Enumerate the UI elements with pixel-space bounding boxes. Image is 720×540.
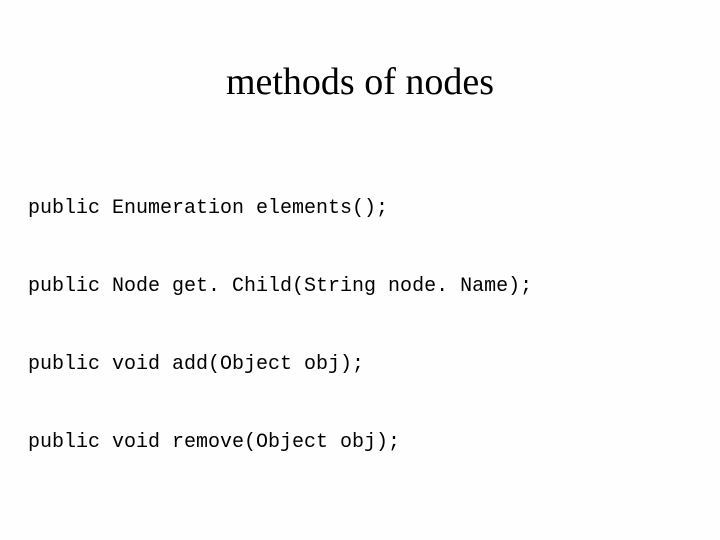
code-line: public Enumeration elements(); xyxy=(28,196,720,222)
code-line: public void add(Object obj); xyxy=(28,352,720,378)
slide-container: methods of nodes public Enumeration elem… xyxy=(0,0,720,508)
code-line: public Node get. Child(String node. Name… xyxy=(28,274,720,300)
code-block: public Enumeration elements(); public No… xyxy=(0,144,720,508)
code-line: public void remove(Object obj); xyxy=(28,430,720,456)
slide-title: methods of nodes xyxy=(0,60,720,104)
